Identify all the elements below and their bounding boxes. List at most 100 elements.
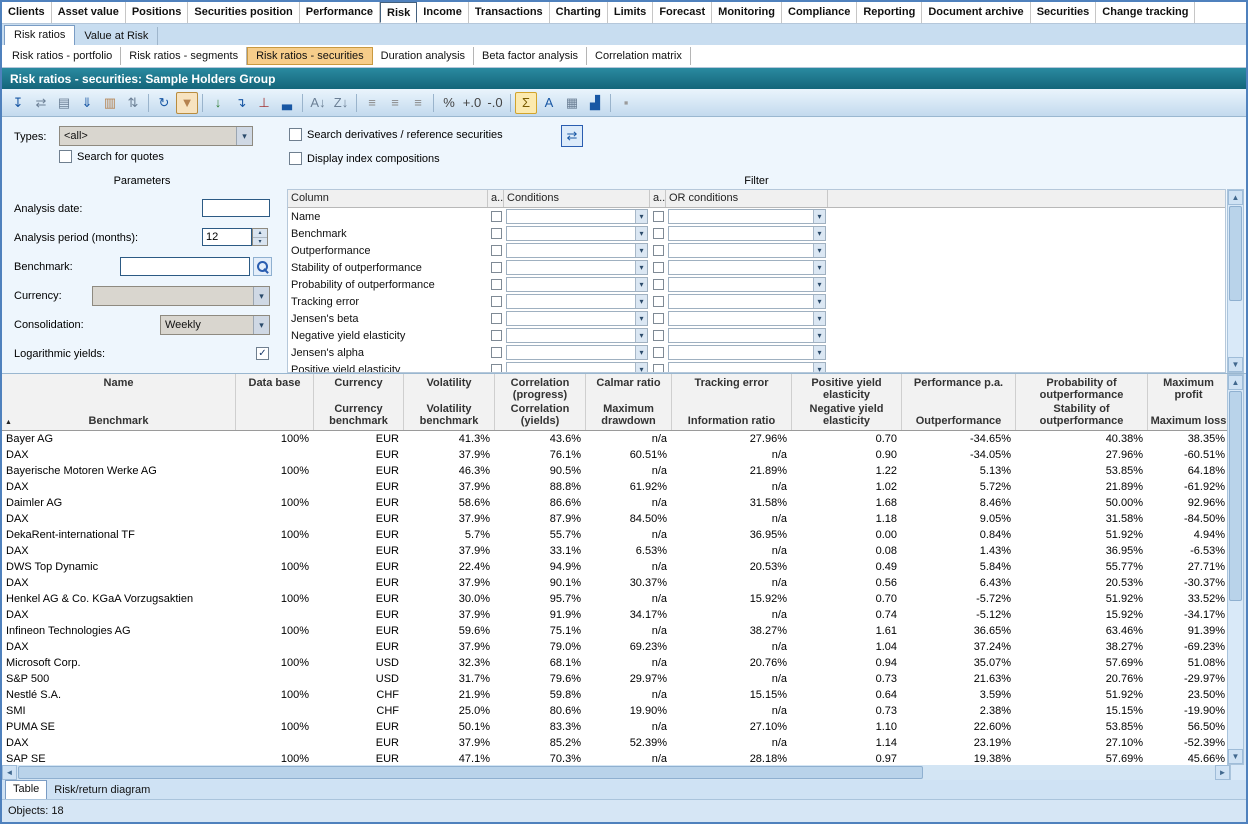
or-condition-select[interactable]: ▾ [668, 328, 826, 343]
menu-item-reporting[interactable]: Reporting [857, 2, 922, 23]
scrollbar-track[interactable] [17, 765, 1215, 780]
condition-select[interactable]: ▾ [506, 243, 648, 258]
column-settings-icon[interactable]: ▥ [99, 92, 121, 114]
table-row[interactable]: DAXEUR37.9%91.9%34.17%n/a0.74-5.12%15.92… [2, 607, 1230, 623]
condition-select[interactable]: ▾ [506, 226, 648, 241]
column-header-currency[interactable]: CurrencyCurrency benchmark [314, 374, 404, 430]
analysis-period-input[interactable] [202, 228, 252, 246]
table-row[interactable]: Bayer AG100%EUR41.3%43.6%n/a27.96%0.70-3… [2, 431, 1230, 447]
analysis-date-input[interactable] [202, 199, 270, 217]
menu-item-forecast[interactable]: Forecast [653, 2, 712, 23]
display-index-checkbox[interactable] [289, 152, 302, 165]
column-header-performance-p-a[interactable]: Performance p.a.Outperformance [902, 374, 1016, 430]
menu-item-document-archive[interactable]: Document archive [922, 2, 1030, 23]
table-row[interactable]: Microsoft Corp.100%USD32.3%68.1%n/a20.76… [2, 655, 1230, 671]
menu-item-limits[interactable]: Limits [608, 2, 653, 23]
table-row[interactable]: DAXEUR37.9%87.9%84.50%n/a1.189.05%31.58%… [2, 511, 1230, 527]
column-header-calmar-ratio[interactable]: Calmar ratioMaximum drawdown [586, 374, 672, 430]
table-row[interactable]: DAXEUR37.9%33.1%6.53%n/a0.081.43%36.95%-… [2, 543, 1230, 559]
column-header-name[interactable]: NameBenchmark▲ [2, 374, 236, 430]
menu-item-charting[interactable]: Charting [550, 2, 608, 23]
refresh-view-icon[interactable]: ↻ [153, 92, 175, 114]
percent-icon[interactable]: % [438, 92, 460, 114]
drill-down-icon[interactable]: ↓ [207, 92, 229, 114]
bottom-tab-table[interactable]: Table [5, 780, 47, 799]
tab-risk-ratios[interactable]: Risk ratios [4, 25, 75, 45]
table-row[interactable]: DWS Top Dynamic100%EUR22.4%94.9%n/a20.53… [2, 559, 1230, 575]
benchmark-input[interactable] [120, 257, 250, 276]
column-header-maximum-profit[interactable]: Maximum profitMaximum loss [1148, 374, 1230, 430]
column-header-positive-yield-elasticity[interactable]: Positive yield elasticityNegative yield … [792, 374, 902, 430]
menu-item-asset-value[interactable]: Asset value [52, 2, 126, 23]
scrollbar-thumb[interactable] [1229, 206, 1242, 301]
menu-item-performance[interactable]: Performance [300, 2, 380, 23]
tab-value-at-risk[interactable]: Value at Risk [75, 27, 158, 45]
table-row[interactable]: DAXEUR37.9%85.2%52.39%n/a1.1423.19%27.10… [2, 735, 1230, 751]
tab-duration-analysis[interactable]: Duration analysis [373, 47, 474, 65]
menu-item-transactions[interactable]: Transactions [469, 2, 550, 23]
mini-chart-icon[interactable]: ▃ [276, 92, 298, 114]
table-row[interactable]: Daimler AG100%EUR58.6%86.6%n/a31.58%1.68… [2, 495, 1230, 511]
menu-item-securities[interactable]: Securities [1031, 2, 1097, 23]
table-row[interactable]: S&P 500USD31.7%79.6%29.97%n/a0.7321.63%2… [2, 671, 1230, 687]
condition-select[interactable]: ▾ [506, 277, 648, 292]
filter-or-checkbox[interactable] [653, 364, 664, 373]
column-header-tracking-error[interactable]: Tracking errorInformation ratio [672, 374, 792, 430]
filter-and-checkbox[interactable] [491, 245, 502, 256]
align-center-icon[interactable]: ≡ [384, 92, 406, 114]
save-export-icon[interactable]: ⇓ [76, 92, 98, 114]
table-row[interactable]: Nestlé S.A.100%CHF21.9%59.8%n/a15.15%0.6… [2, 687, 1230, 703]
filter-or-checkbox[interactable] [653, 347, 664, 358]
filter-or-checkbox[interactable] [653, 228, 664, 239]
align-right-icon[interactable]: ≡ [407, 92, 429, 114]
export-down-icon[interactable]: ↧ [7, 92, 29, 114]
column-header-volatility[interactable]: VolatilityVolatility benchmark [404, 374, 495, 430]
table-row[interactable]: DAXEUR37.9%90.1%30.37%n/a0.566.43%20.53%… [2, 575, 1230, 591]
filter-or-checkbox[interactable] [653, 245, 664, 256]
stepper-down-button[interactable]: ▾ [253, 238, 267, 246]
filter-or-checkbox[interactable] [653, 313, 664, 324]
sort-descending-icon[interactable]: Z↓ [330, 92, 352, 114]
or-condition-select[interactable]: ▾ [668, 345, 826, 360]
filter-or-checkbox[interactable] [653, 279, 664, 290]
or-condition-select[interactable]: ▾ [668, 243, 826, 258]
condition-select[interactable]: ▾ [506, 345, 648, 360]
menu-item-clients[interactable]: Clients [2, 2, 52, 23]
font-icon[interactable]: A [538, 92, 560, 114]
condition-select[interactable]: ▾ [506, 294, 648, 309]
table-row[interactable]: SMICHF25.0%80.6%19.90%n/a0.732.38%15.15%… [2, 703, 1230, 719]
or-condition-select[interactable]: ▾ [668, 209, 826, 224]
condition-select[interactable]: ▾ [506, 311, 648, 326]
table-row[interactable]: DAXEUR37.9%79.0%69.23%n/a1.0437.24%38.27… [2, 639, 1230, 655]
search-quotes-checkbox[interactable] [59, 150, 72, 163]
table-row[interactable]: Infineon Technologies AG100%EUR59.6%75.1… [2, 623, 1230, 639]
display-options-icon[interactable]: ▼ [176, 92, 198, 114]
sort-ascending-icon[interactable]: A↓ [307, 92, 329, 114]
table-row[interactable]: Bayerische Motoren Werke AG100%EUR46.3%9… [2, 463, 1230, 479]
log-yields-checkbox[interactable]: ✓ [256, 347, 269, 360]
tab-risk-ratios-securities[interactable]: Risk ratios - securities [247, 47, 373, 65]
goto-end-icon[interactable]: ↴ [230, 92, 252, 114]
filter-and-checkbox[interactable] [491, 364, 502, 373]
column-header-correlation-progress[interactable]: Correlation (progress)Correlation (yield… [495, 374, 586, 430]
or-condition-select[interactable]: ▾ [668, 260, 826, 275]
menu-item-risk[interactable]: Risk [380, 2, 417, 23]
filter-or-checkbox[interactable] [653, 296, 664, 307]
condition-select[interactable]: ▾ [506, 328, 648, 343]
tab-correlation-matrix[interactable]: Correlation matrix [587, 47, 691, 65]
filter-and-checkbox[interactable] [491, 279, 502, 290]
filter-or-checkbox[interactable] [653, 262, 664, 273]
tab-beta-factor-analysis[interactable]: Beta factor analysis [474, 47, 587, 65]
filter-or-checkbox[interactable] [653, 330, 664, 341]
table-row[interactable]: PUMA SE100%EUR50.1%83.3%n/a27.10%1.1022.… [2, 719, 1230, 735]
menu-item-compliance[interactable]: Compliance [782, 2, 857, 23]
condition-select[interactable]: ▾ [506, 362, 648, 373]
or-condition-select[interactable]: ▾ [668, 311, 826, 326]
condition-select[interactable]: ▾ [506, 209, 648, 224]
menu-item-income[interactable]: Income [417, 2, 469, 23]
currency-select[interactable]: ▾ [92, 286, 270, 306]
chart-view-icon[interactable]: ▟ [584, 92, 606, 114]
consolidation-select[interactable]: Weekly ▾ [160, 315, 270, 335]
filter-and-checkbox[interactable] [491, 347, 502, 358]
row-distribute-icon[interactable]: ⇅ [122, 92, 144, 114]
